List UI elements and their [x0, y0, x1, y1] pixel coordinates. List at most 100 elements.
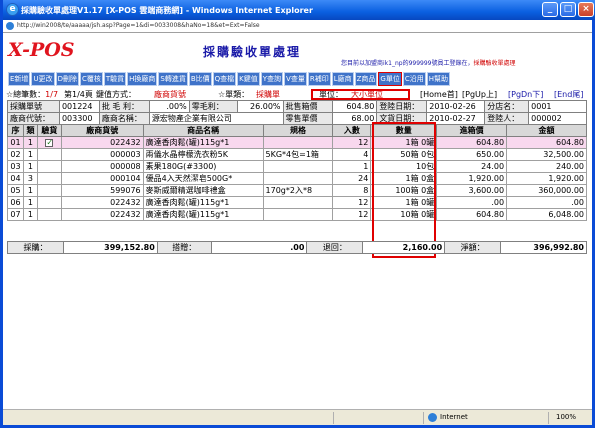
verify-cell[interactable]: [36, 196, 62, 209]
table-row[interactable]: 02 1 000003 兩儀水晶檸檬洗衣粉5K 5KG*4包=1箱 4 50箱 0包 650.…: [7, 148, 587, 161]
toolbar-button-5[interactable]: H換廠商: [127, 72, 158, 86]
unit-mode[interactable]: 大小單位: [351, 89, 383, 100]
window-title: 採購驗收單處理V1.17 [X-POS 雲端商務網] - Windows Int…: [21, 5, 313, 15]
minimize-button[interactable]: _: [542, 2, 558, 17]
table-row[interactable]: 05 1 599076 麥斯威爾精選咖啡禮盒 170g*2入*8 8 100箱 0盒 3,60…: [7, 184, 587, 197]
cell-seq: 01: [7, 136, 24, 149]
nav-pgup[interactable]: [PgUp上]: [462, 89, 497, 100]
column-header[interactable]: 金額: [506, 124, 587, 137]
maximize-button[interactable]: □: [560, 2, 576, 17]
cell-spec: [262, 208, 334, 221]
store-name[interactable]: 0001: [528, 100, 587, 113]
column-header[interactable]: 序: [7, 124, 24, 137]
column-header[interactable]: 入數: [332, 124, 372, 137]
verify-cell[interactable]: [36, 184, 62, 197]
login-user[interactable]: 000002: [528, 112, 587, 125]
toolbar-button-1[interactable]: U更改: [31, 72, 55, 86]
toolbar-button-8[interactable]: Q查檔: [212, 72, 237, 86]
column-header[interactable]: 規格: [262, 124, 334, 137]
page-indicator: 第1/4頁: [64, 90, 93, 99]
verify-cell[interactable]: [36, 148, 62, 161]
toolbar-button-9[interactable]: K鍵值: [237, 72, 260, 86]
toolbar-button-2[interactable]: D刪除: [55, 72, 79, 86]
page-content: X-POS 採購驗收單處理 您目前以加盟商ik1_np的999999號員工登錄在…: [3, 33, 592, 409]
net-total: 396,992.80: [500, 241, 587, 254]
toolbar-button-13[interactable]: L廠商: [331, 72, 354, 86]
cell-qty: 50箱 0包: [370, 148, 438, 161]
address-bar[interactable]: http://win2008/te/aaaaa/jsh.asp?Page=1&d…: [3, 20, 592, 33]
table-row[interactable]: 07 1 022432 廣達香肉鬆(罐)115g*1 12 10箱 0罐 604.80 6,0…: [7, 208, 587, 221]
cell-spec: [262, 136, 334, 149]
table-row[interactable]: 03 1 000008 素果180G(#3300) 1 10包 24.00 240.00: [7, 160, 587, 173]
xpos-logo: X-POS: [8, 39, 75, 61]
verify-cell[interactable]: [36, 208, 62, 221]
toolbar-button-4[interactable]: T驗貨: [103, 72, 127, 86]
column-header[interactable]: 進箱價: [436, 124, 508, 137]
po-number[interactable]: 001224: [58, 100, 100, 113]
verified-checkbox[interactable]: [45, 138, 54, 147]
toolbar-button-3[interactable]: C覆核: [79, 72, 103, 86]
browser-window: e 採購驗收單處理V1.17 [X-POS 雲端商務網] - Windows I…: [0, 0, 595, 428]
cell-code: 022432: [60, 208, 144, 221]
cell-seq: 04: [7, 172, 24, 185]
cell-name: 廣達香肉鬆(罐)115g*1: [142, 196, 264, 209]
toolbar-button-12[interactable]: R補印: [307, 72, 331, 86]
toolbar-button-0[interactable]: E新增: [8, 72, 31, 86]
verify-cell[interactable]: [36, 172, 62, 185]
retail-price[interactable]: 68.00: [332, 112, 378, 125]
cell-amount: .00: [506, 196, 587, 209]
toolbar-button-10[interactable]: Y查詢: [260, 72, 284, 86]
window-titlebar: e 採購驗收單處理V1.17 [X-POS 雲端商務網] - Windows I…: [3, 0, 595, 20]
items-grid: 序類驗貨廠商貨號商品名稱規格入數數量進箱價金額 011022432廣達香肉鬆(罐…: [7, 124, 587, 221]
cell-code: 000008: [60, 160, 144, 173]
toolbar-button-16[interactable]: C沿用: [402, 72, 426, 86]
nav-pgdn[interactable]: [PgDn下]: [508, 89, 543, 100]
cell-type: 1: [22, 184, 38, 197]
vendor-name[interactable]: 源宏物產企業有限公司: [148, 112, 284, 125]
cell-seq: 06: [7, 196, 24, 209]
return-total: 2,160.00: [362, 241, 446, 254]
header-info-table: 採購單號 001224 批 毛 利： .00% 零毛利： 26.00% 批售箱價…: [7, 100, 587, 125]
batch-box-price[interactable]: 604.80: [332, 100, 378, 113]
address-url: http://win2008/te/aaaaa/jsh.asp?Page=1&d…: [17, 22, 260, 29]
status-line: ☆總筆數：1/7 第1/4頁 鍵值方式： 廠商貨號 ☆單類： 採購單 單位： 大…: [6, 89, 584, 100]
toolbar-button-6[interactable]: S轉進貨: [158, 72, 188, 86]
toolbar-button-14[interactable]: Z商品: [354, 72, 378, 86]
cell-price: .00: [436, 196, 508, 209]
verify-cell[interactable]: [36, 136, 62, 149]
nav-end[interactable]: [End尾]: [554, 89, 583, 100]
table-row[interactable]: 04 3 000104 優品4入天然潔皂500G* 24 1箱 0盒 1,920.00 1,9…: [7, 172, 587, 185]
nav-home[interactable]: [Home首]: [420, 89, 458, 100]
toolbar-button-15[interactable]: G單位: [378, 72, 402, 86]
batch-margin[interactable]: .00%: [148, 100, 190, 113]
column-header[interactable]: 商品名稱: [142, 124, 264, 137]
table-row[interactable]: 06 1 022432 廣達香肉鬆(罐)115g*1 12 1箱 0罐 .00.00: [7, 196, 587, 209]
cell-name: 麥斯威爾精選咖啡禮盒: [142, 184, 264, 197]
cell-seq: 02: [7, 148, 24, 161]
column-header[interactable]: 數量: [370, 124, 438, 137]
zero-margin[interactable]: 26.00%: [236, 100, 284, 113]
toolbar-button-11[interactable]: V查量: [284, 72, 307, 86]
total-count: 1/7: [45, 90, 59, 99]
cell-price: 3,600.00: [436, 184, 508, 197]
column-header[interactable]: 驗貨: [36, 124, 62, 137]
verify-cell[interactable]: [36, 160, 62, 173]
cell-spec: [262, 160, 334, 173]
cell-type: 1: [22, 136, 38, 149]
column-header[interactable]: 類: [22, 124, 38, 137]
table-row[interactable]: 011022432廣達香肉鬆(罐)115g*1121箱 0罐604.80604.…: [7, 136, 587, 149]
user-info: 您目前以加盟商ik1_np的999999號員工登錄在，採購驗收單處理: [341, 60, 516, 67]
cell-amount: 6,048.00: [506, 208, 587, 221]
doc-date[interactable]: 2010-02-27: [426, 112, 486, 125]
zoom-level[interactable]: 100%: [556, 413, 576, 421]
cell-seq: 05: [7, 184, 24, 197]
cell-code: 000104: [60, 172, 144, 185]
cell-type: 1: [22, 208, 38, 221]
reg-date[interactable]: 2010-02-26: [426, 100, 486, 113]
vendor-code[interactable]: 003300: [58, 112, 100, 125]
cell-amount: 1,920.00: [506, 172, 587, 185]
toolbar-button-7[interactable]: B比價: [188, 72, 212, 86]
column-header[interactable]: 廠商貨號: [60, 124, 144, 137]
close-button[interactable]: ×: [578, 2, 594, 17]
toolbar-button-17[interactable]: H幫助: [426, 72, 451, 86]
